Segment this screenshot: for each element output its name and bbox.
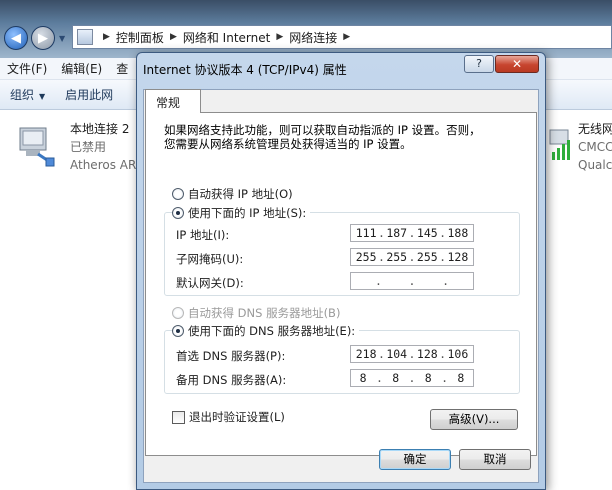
network-adapter-icon	[19, 127, 55, 167]
breadcrumb-chevron-icon[interactable]: ▶	[170, 32, 177, 42]
ip-manual-radio[interactable]	[172, 207, 184, 219]
menu-edit[interactable]: 编辑(E)	[54, 60, 109, 77]
preferred-dns-field[interactable]: 218. 104. 128. 106	[350, 345, 474, 363]
organize-label: 组织	[10, 88, 35, 102]
dns-auto-option[interactable]: 自动获得 DNS 服务器地址(B)	[172, 305, 340, 321]
ip-octet: 104	[386, 347, 408, 361]
ip-address-label: IP 地址(I):	[176, 228, 230, 242]
cancel-button[interactable]: 取消	[459, 449, 531, 470]
breadcrumb-chevron-icon[interactable]: ▶	[343, 32, 350, 42]
connection-adapter: Atheros AR	[70, 158, 137, 172]
advanced-button[interactable]: 高级(V)...	[430, 409, 518, 430]
history-dropdown-icon[interactable]: ▼	[59, 34, 65, 43]
enable-device-label: 启用此网	[65, 88, 114, 102]
validate-settings-label: 退出时验证设置(L)	[189, 410, 285, 424]
dns-manual-label: 使用下面的 DNS 服务器地址(E):	[188, 324, 356, 338]
subnet-mask-label: 子网掩码(U):	[176, 252, 244, 266]
connection-status: 已禁用	[70, 140, 107, 154]
ip-octet: 111	[355, 226, 377, 240]
ip-address-field[interactable]: 111. 187. 145. 188	[350, 224, 474, 242]
ok-button[interactable]: 确定	[379, 449, 451, 470]
preferred-dns-label: 首选 DNS 服务器(P):	[176, 349, 286, 363]
default-gateway-label: 默认网关(D):	[176, 276, 244, 290]
address-bar[interactable]: ▶ 控制面板 ▶ 网络和 Internet ▶ 网络连接 ▶	[72, 25, 612, 49]
ip-auto-label: 自动获得 IP 地址(O)	[188, 187, 293, 201]
ip-octet: 8	[424, 371, 432, 385]
alternate-dns-label: 备用 DNS 服务器(A):	[176, 373, 287, 387]
ip-octet: 106	[447, 347, 469, 361]
dns-manual-option[interactable]: 使用下面的 DNS 服务器地址(E):	[172, 323, 360, 339]
ip-octet: 188	[447, 226, 469, 240]
ip-octet: 218	[355, 347, 377, 361]
ip-octet: 128	[416, 347, 438, 361]
validate-settings-option[interactable]: 退出时验证设置(L)	[172, 409, 285, 425]
ip-manual-option[interactable]: 使用下面的 IP 地址(S):	[172, 205, 311, 221]
connection-adapter: Qualc	[578, 158, 612, 172]
breadcrumb-chevron-icon[interactable]: ▶	[276, 32, 283, 42]
explorer-titlebar: ◀ ▶ ▼ ▶ 控制面板 ▶ 网络和 Internet ▶ 网络连接 ▶	[0, 0, 612, 58]
breadcrumb-network-internet[interactable]: 网络和 Internet	[183, 29, 270, 46]
breadcrumb-network-connections[interactable]: 网络连接	[289, 29, 337, 46]
connection-status: CMCC	[578, 140, 612, 154]
ipv4-properties-dialog: Internet 协议版本 4 (TCP/IPv4) 属性 ? ✕ 常规 如果网…	[136, 52, 546, 490]
organize-button[interactable]: 组织 ▼	[0, 86, 55, 103]
ip-octet: 128	[447, 250, 469, 264]
connection-name: 本地连接 2	[70, 122, 130, 136]
enable-device-button[interactable]: 启用此网	[55, 86, 123, 103]
ip-octet: 8	[359, 371, 367, 385]
ip-octet: 255	[416, 250, 438, 264]
default-gateway-field[interactable]: . . .	[350, 272, 474, 290]
dialog-title: Internet 协议版本 4 (TCP/IPv4) 属性	[143, 63, 347, 77]
ip-octet: 8	[392, 371, 400, 385]
forward-arrow-icon[interactable]: ▶	[31, 26, 55, 50]
close-button[interactable]: ✕	[495, 55, 539, 73]
connection-name: 无线网	[578, 122, 612, 136]
ip-manual-label: 使用下面的 IP 地址(S):	[188, 206, 307, 220]
breadcrumb-chevron-icon[interactable]: ▶	[103, 32, 110, 42]
menu-file[interactable]: 文件(F)	[0, 60, 54, 77]
back-arrow-icon[interactable]: ◀	[4, 26, 28, 50]
dns-auto-label: 自动获得 DNS 服务器地址(B)	[188, 306, 341, 320]
menu-view[interactable]: 查	[109, 60, 135, 77]
dns-manual-radio[interactable]	[172, 325, 184, 337]
alternate-dns-field[interactable]: 8. 8. 8. 8	[350, 369, 474, 387]
ip-auto-option[interactable]: 自动获得 IP 地址(O)	[172, 186, 293, 202]
dns-auto-radio[interactable]	[172, 307, 184, 319]
subnet-mask-field[interactable]: 255. 255. 255. 128	[350, 248, 474, 266]
validate-settings-checkbox[interactable]	[172, 410, 185, 424]
ip-octet: 187	[386, 226, 408, 240]
breadcrumb-control-panel[interactable]: 控制面板	[116, 29, 164, 46]
wireless-signal-icon	[549, 129, 570, 160]
description-text: 如果网络支持此功能，则可以获取自动指派的 IP 设置。否则， 您需要从网络系统管…	[164, 123, 481, 151]
general-tab-panel: 如果网络支持此功能，则可以获取自动指派的 IP 设置。否则， 您需要从网络系统管…	[145, 112, 537, 456]
ip-octet: 145	[416, 226, 438, 240]
tab-general[interactable]: 常规	[145, 89, 201, 113]
ip-octet: 255	[386, 250, 408, 264]
ip-octet: 8	[457, 371, 465, 385]
ip-octet: 255	[355, 250, 377, 264]
control-panel-icon	[77, 29, 93, 45]
ip-auto-radio[interactable]	[172, 188, 184, 200]
help-button[interactable]: ?	[464, 55, 494, 73]
chevron-down-icon: ▼	[39, 92, 46, 101]
